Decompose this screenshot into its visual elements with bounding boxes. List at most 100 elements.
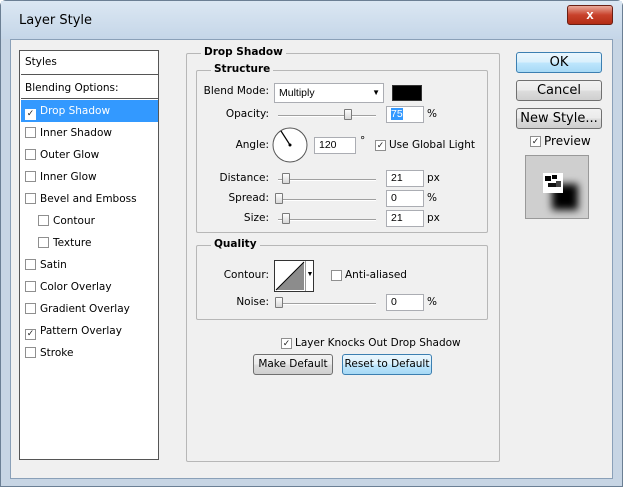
style-item-label: Gradient Overlay — [40, 303, 130, 315]
opacity-label: Opacity: — [225, 108, 269, 120]
style-item-label: Inner Shadow — [40, 127, 112, 139]
distance-slider-track[interactable] — [278, 179, 376, 181]
style-checkbox[interactable] — [38, 215, 49, 226]
styles-list-panel: Styles Blending Options: Default ✓ Drop S… — [19, 50, 159, 460]
shadow-color-swatch[interactable] — [392, 85, 422, 101]
style-item-label: Bevel and Emboss — [40, 193, 137, 205]
preview-checkbox[interactable]: ✓ — [530, 136, 541, 147]
reset-to-default-button[interactable]: Reset to Default — [342, 354, 432, 375]
quality-title: Quality — [211, 238, 260, 250]
check-icon: ✓ — [282, 338, 291, 348]
check-icon: ✓ — [531, 136, 540, 146]
style-item-label: Color Overlay — [40, 281, 112, 293]
style-checkbox[interactable]: ✓ — [25, 329, 36, 340]
contour-preview-icon — [275, 261, 305, 291]
style-item-inner-glow[interactable]: Inner Glow — [21, 166, 158, 188]
style-item-contour[interactable]: Contour — [21, 210, 158, 232]
use-global-light-checkbox[interactable]: ✓ — [375, 140, 386, 151]
drop-shadow-group: Drop Shadow Structure Blend Mode: Multip… — [186, 46, 500, 462]
size-slider-track[interactable] — [278, 219, 376, 221]
style-checkbox[interactable] — [25, 149, 36, 160]
style-checkbox[interactable] — [25, 259, 36, 270]
style-checkbox[interactable] — [25, 171, 36, 182]
angle-value: 120 — [319, 139, 337, 151]
style-item-inner-shadow[interactable]: Inner Shadow — [21, 122, 158, 144]
style-item-outer-glow[interactable]: Outer Glow — [21, 144, 158, 166]
style-checkbox[interactable] — [25, 281, 36, 292]
size-field[interactable]: 21 — [386, 210, 424, 227]
size-unit: px — [427, 212, 440, 224]
spread-slider-track[interactable] — [278, 199, 376, 201]
drop-shadow-title: Drop Shadow — [201, 46, 286, 58]
contour-dropdown-icon[interactable]: ▼ — [305, 261, 314, 291]
spread-field[interactable]: 0 — [386, 190, 424, 207]
preview-image — [543, 173, 578, 210]
quality-group: Quality Contour: ▼ Anti-aliased Noise: 0 — [196, 238, 488, 320]
style-item-stroke[interactable]: Stroke — [21, 342, 158, 364]
noise-slider-track[interactable] — [278, 303, 376, 305]
window-title: Layer Style — [19, 13, 93, 28]
opacity-slider-thumb[interactable] — [344, 109, 352, 120]
opacity-value: 75 — [391, 108, 403, 120]
style-item-gradient-overlay[interactable]: Gradient Overlay — [21, 298, 158, 320]
angle-center — [288, 143, 292, 147]
close-button[interactable]: x — [567, 5, 613, 25]
angle-field[interactable]: 120 — [314, 137, 356, 154]
layer-style-dialog: Layer Style x Styles Blending Options: D… — [0, 0, 623, 487]
distance-field[interactable]: 21 — [386, 170, 424, 187]
angle-label: Angle: — [235, 139, 269, 151]
style-item-color-overlay[interactable]: Color Overlay — [21, 276, 158, 298]
blend-mode-value: Multiply — [279, 87, 315, 99]
check-icon: ✓ — [376, 140, 385, 150]
style-item-pattern-overlay[interactable]: ✓ Pattern Overlay — [21, 320, 158, 342]
style-item-drop-shadow[interactable]: ✓ Drop Shadow — [21, 100, 158, 122]
cancel-button[interactable]: Cancel — [516, 80, 602, 101]
opacity-slider-track[interactable] — [278, 115, 376, 117]
preview-thumbnail — [525, 155, 589, 219]
style-checkbox[interactable] — [25, 347, 36, 358]
contour-picker[interactable]: ▼ — [274, 260, 314, 292]
anti-aliased-label[interactable]: Anti-aliased — [345, 269, 407, 281]
style-checkbox[interactable]: ✓ — [25, 109, 36, 120]
angle-dial[interactable] — [271, 126, 309, 164]
chevron-down-icon: ▼ — [372, 88, 380, 97]
distance-unit: px — [427, 172, 440, 184]
style-item-texture[interactable]: Texture — [21, 232, 158, 254]
anti-aliased-checkbox[interactable] — [331, 270, 342, 281]
style-item-bevel-and-emboss[interactable]: Bevel and Emboss — [21, 188, 158, 210]
use-global-light-label[interactable]: Use Global Light — [389, 139, 475, 151]
styles-header[interactable]: Styles — [21, 51, 158, 75]
distance-value: 21 — [391, 172, 403, 184]
style-item-label: Drop Shadow — [40, 105, 111, 117]
distance-label: Distance: — [219, 172, 269, 184]
style-checkbox[interactable] — [25, 303, 36, 314]
distance-slider-thumb[interactable] — [282, 173, 290, 184]
check-icon: ✓ — [26, 109, 35, 119]
new-style-button[interactable]: New Style... — [516, 108, 602, 129]
knocks-out-label[interactable]: Layer Knocks Out Drop Shadow — [295, 337, 461, 349]
style-checkbox[interactable] — [25, 127, 36, 138]
structure-group: Structure Blend Mode: Multiply ▼ Opacity… — [196, 63, 488, 233]
ok-button[interactable]: OK — [516, 52, 602, 73]
preview-label[interactable]: Preview — [544, 134, 591, 148]
style-item-satin[interactable]: Satin — [21, 254, 158, 276]
blend-mode-select[interactable]: Multiply ▼ — [274, 83, 384, 103]
style-checkbox[interactable] — [25, 193, 36, 204]
make-default-button[interactable]: Make Default — [253, 354, 333, 375]
dialog-client-area: Styles Blending Options: Default ✓Drop S… — [10, 39, 613, 479]
blending-options-item[interactable]: Blending Options: Default — [21, 77, 158, 116]
style-checkbox[interactable] — [38, 237, 49, 248]
spread-unit: % — [427, 192, 437, 204]
style-item-label: Pattern Overlay — [40, 325, 122, 337]
style-item-label: Contour — [53, 215, 95, 227]
style-item-label: Satin — [40, 259, 67, 271]
noise-field[interactable]: 0 — [386, 294, 424, 311]
noise-unit: % — [427, 296, 437, 308]
knocks-out-checkbox[interactable]: ✓ — [281, 338, 292, 349]
opacity-unit: % — [427, 108, 437, 120]
size-slider-thumb[interactable] — [282, 213, 290, 224]
noise-slider-thumb[interactable] — [275, 297, 283, 308]
opacity-field[interactable]: 75 — [386, 106, 424, 123]
size-label: Size: — [243, 212, 269, 224]
spread-slider-thumb[interactable] — [275, 193, 283, 204]
